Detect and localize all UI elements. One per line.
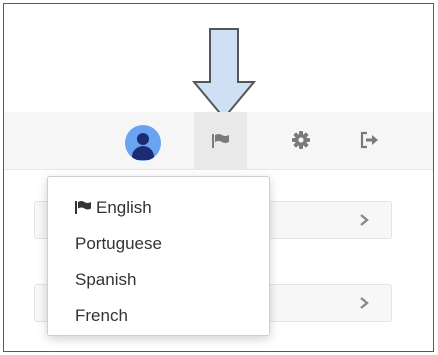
top-navbar [4, 112, 433, 170]
language-option-label: Portuguese [75, 234, 162, 253]
language-option-label: English [96, 198, 152, 217]
language-option-english[interactable]: English [75, 197, 152, 219]
flag-icon [75, 201, 91, 214]
language-button[interactable] [194, 112, 247, 169]
language-option-french[interactable]: French [75, 305, 128, 327]
chevron-right-icon [360, 297, 369, 309]
language-option-label: Spanish [75, 270, 137, 289]
avatar-body [132, 146, 154, 160]
chevron-right-icon [360, 214, 369, 226]
language-dropdown-menu: English Portuguese Spanish French [47, 176, 270, 336]
callout-arrow-icon [192, 28, 256, 120]
screenshot-frame: English Portuguese Spanish French [3, 3, 434, 352]
language-option-portuguese[interactable]: Portuguese [75, 233, 162, 255]
gear-icon[interactable] [291, 130, 311, 150]
language-option-spanish[interactable]: Spanish [75, 269, 136, 291]
language-option-label: French [75, 306, 128, 325]
user-avatar[interactable] [125, 125, 161, 161]
avatar-head [137, 133, 149, 145]
flag-icon [211, 133, 229, 148]
logout-icon[interactable] [359, 130, 379, 150]
